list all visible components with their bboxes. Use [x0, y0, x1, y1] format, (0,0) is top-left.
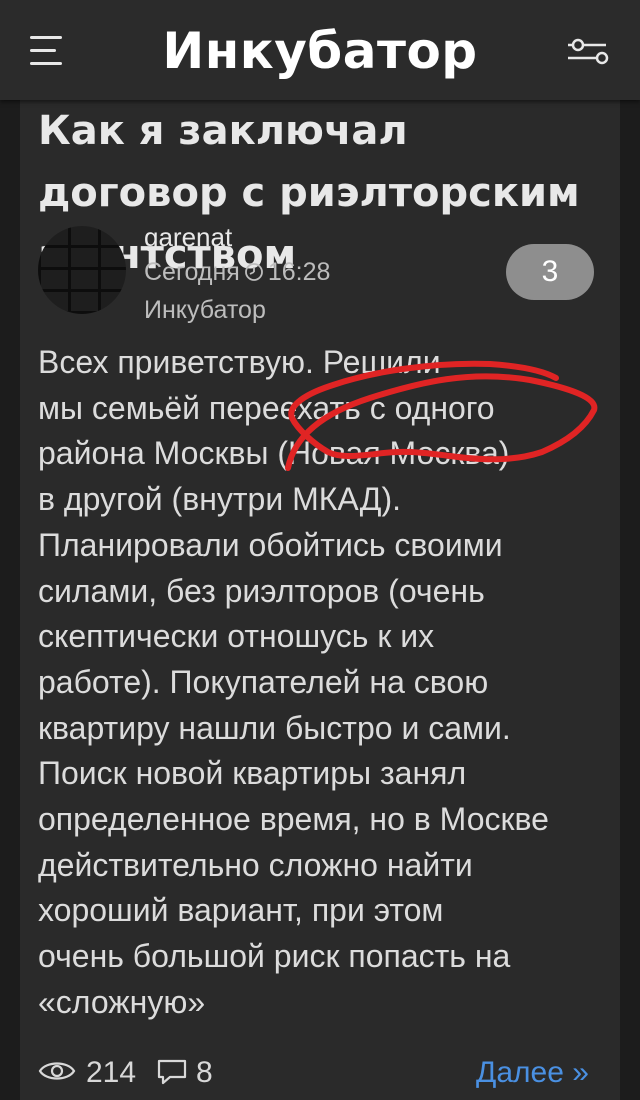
- read-more-link[interactable]: Далее »: [476, 1056, 589, 1090]
- post-time: Сегодня 16:28: [144, 258, 330, 289]
- author-name[interactable]: garenat: [144, 222, 232, 253]
- post-body: Всех приветствую. Решили мы семьёй перее…: [38, 344, 549, 1020]
- top-app-bar: Инкубатор: [0, 0, 640, 100]
- clock-icon: [244, 260, 264, 289]
- views-count: 214: [86, 1056, 137, 1089]
- app-title: Инкубатор: [162, 22, 478, 80]
- comments-count[interactable]: 8: [196, 1056, 213, 1090]
- community-name[interactable]: Инкубатор: [144, 296, 266, 325]
- post-footer: 214 8 Далее »: [0, 1050, 640, 1090]
- sliders-filter-icon: [568, 38, 609, 65]
- avatar[interactable]: [38, 226, 126, 314]
- comment-icon[interactable]: [156, 1058, 188, 1091]
- time-label: Сегодня: [144, 258, 240, 286]
- filter-button[interactable]: [566, 34, 612, 68]
- eye-icon: [38, 1058, 76, 1089]
- rating-badge[interactable]: 3: [506, 244, 594, 300]
- time-value: 16:28: [267, 258, 331, 286]
